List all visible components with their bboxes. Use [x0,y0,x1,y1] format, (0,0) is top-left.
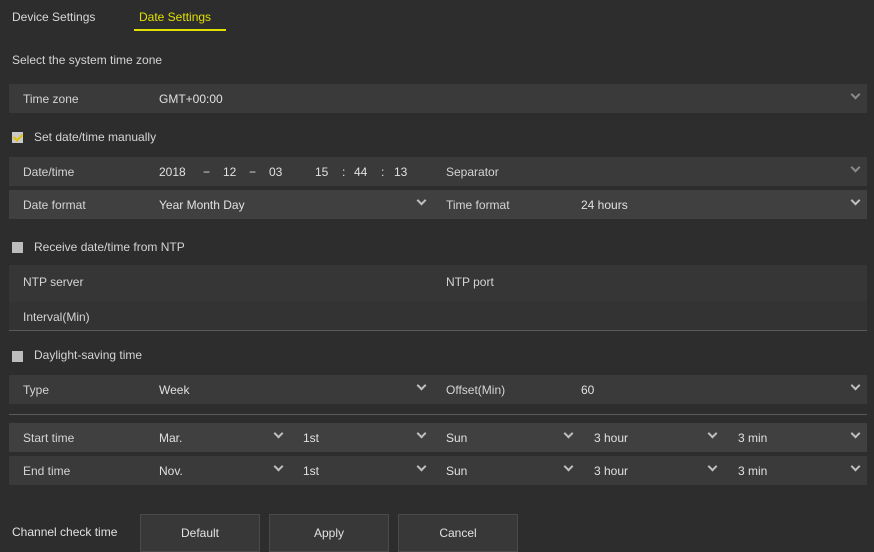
chevron-down-icon[interactable] [274,463,284,473]
chevron-down-icon[interactable] [564,463,574,473]
chevron-down-icon[interactable] [708,463,718,473]
tab-date-settings[interactable]: Date Settings [139,10,211,24]
dst-end-row: End time Nov. 1st Sun 3 hour 3 min [9,456,867,485]
time-colon: : [381,165,385,179]
datetime-row: Date/time 2018 − 12 − 03 15 : 44 : 13 Se… [9,157,867,186]
dst-type-chevron-down-icon[interactable] [417,382,427,392]
date-format-select[interactable]: Year Month Day [159,198,245,212]
tab-bar: Device Settings Date Settings [0,0,874,38]
manual-datetime-checkbox[interactable] [12,132,23,143]
dst-type-row: Type Week Offset(Min) 60 [9,375,867,404]
dst-end-week[interactable]: 1st [303,464,319,478]
chevron-down-icon[interactable] [708,430,718,440]
apply-button[interactable]: Apply [269,514,389,552]
tab-device-settings[interactable]: Device Settings [12,10,95,24]
minute-field[interactable]: 44 [354,165,367,179]
manual-datetime-label: Set date/time manually [34,130,157,144]
day-field[interactable]: 03 [269,165,282,179]
date-separator: − [249,165,257,179]
format-row: Date format Year Month Day Time format 2… [9,190,867,219]
dst-offset-label: Offset(Min) [446,383,506,397]
dst-start-hour[interactable]: 3 hour [594,431,628,445]
separator-chevron-down-icon[interactable] [851,164,861,174]
time-colon: : [342,165,346,179]
default-button[interactable]: Default [140,514,260,552]
ntp-interval-row: Interval(Min) [9,302,867,331]
chevron-down-icon[interactable] [417,463,427,473]
dst-label: Daylight-saving time [34,348,143,362]
divider [9,330,867,331]
ntp-server-label: NTP server [23,275,84,289]
dst-type-select[interactable]: Week [159,383,189,397]
dst-end-hour[interactable]: 3 hour [594,464,628,478]
timezone-value[interactable]: GMT+00:00 [159,92,223,106]
ntp-server-row: NTP server NTP port [9,265,867,302]
dst-start-week[interactable]: 1st [303,431,319,445]
ntp-label: Receive date/time from NTP [34,240,185,254]
timezone-row[interactable]: Time zone GMT+00:00 [9,84,867,113]
time-format-select[interactable]: 24 hours [581,198,628,212]
ntp-checkbox[interactable] [12,242,23,253]
date-separator: − [203,165,211,179]
dst-checkbox[interactable] [12,351,23,362]
chevron-down-icon[interactable] [274,430,284,440]
second-field[interactable]: 13 [394,165,407,179]
date-format-chevron-down-icon[interactable] [417,197,427,207]
timezone-chevron-down-icon[interactable] [851,91,861,101]
datetime-label: Date/time [23,165,75,179]
dst-start-row: Start time Mar. 1st Sun 3 hour 3 min [9,423,867,452]
dst-end-day[interactable]: Sun [446,464,467,478]
divider [9,414,867,415]
dst-offset-chevron-down-icon[interactable] [851,382,861,392]
dst-start-day[interactable]: Sun [446,431,467,445]
chevron-down-icon[interactable] [851,463,861,473]
dst-start-min[interactable]: 3 min [738,431,767,445]
chevron-down-icon[interactable] [564,430,574,440]
dst-end-label: End time [23,464,71,478]
dst-offset-select[interactable]: 60 [581,383,594,397]
hour-field[interactable]: 15 [315,165,328,179]
timezone-section-label: Select the system time zone [12,53,163,67]
date-format-label: Date format [23,198,86,212]
timezone-label: Time zone [23,92,79,106]
dst-end-month[interactable]: Nov. [159,464,183,478]
dst-start-label: Start time [23,431,75,445]
channel-check-time-button[interactable]: Channel check time [12,514,117,550]
dst-type-label: Type [23,383,50,397]
year-field[interactable]: 2018 [159,165,186,179]
time-format-chevron-down-icon[interactable] [851,197,861,207]
month-field[interactable]: 12 [223,165,236,179]
ntp-port-label: NTP port [446,275,494,289]
time-format-label: Time format [446,198,510,212]
cancel-button[interactable]: Cancel [398,514,518,552]
active-tab-indicator [134,29,226,31]
separator-label: Separator [446,165,499,179]
ntp-interval-label: Interval(Min) [23,310,90,324]
dst-start-month[interactable]: Mar. [159,431,182,445]
chevron-down-icon[interactable] [417,430,427,440]
dst-end-min[interactable]: 3 min [738,464,767,478]
chevron-down-icon[interactable] [851,430,861,440]
